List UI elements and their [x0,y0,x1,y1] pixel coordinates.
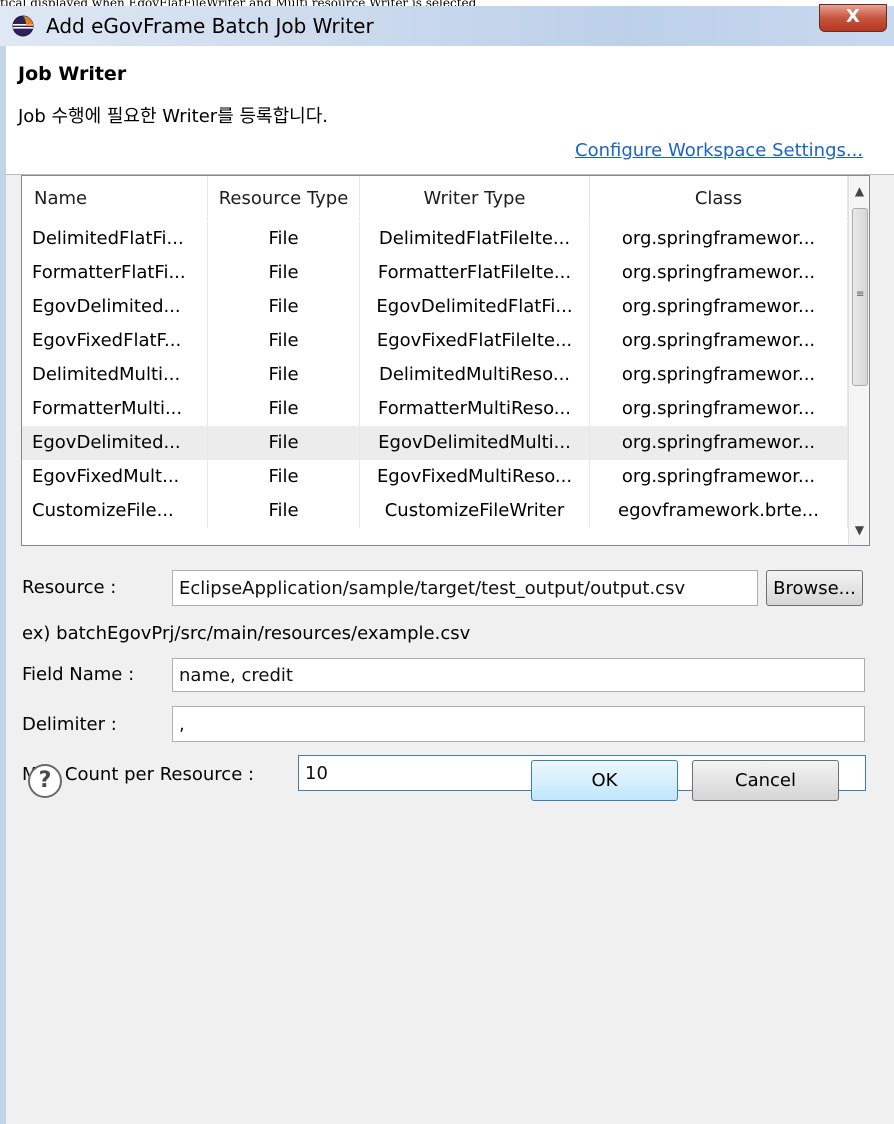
help-icon[interactable]: ? [28,764,62,798]
cancel-button[interactable]: Cancel [692,760,839,801]
cell-name: FormatterMulti... [22,392,208,426]
table-header: Name Resource Type Writer Type Class [22,176,848,221]
cell-writer-type: EgovDelimitedMulti... [360,426,590,460]
table-row[interactable]: EgovFixedMult... File EgovFixedMultiReso..… [22,460,848,494]
title-bar: Add eGovFrame Batch Job Writer X [0,4,894,46]
cell-writer-type: DelimitedMultiReso... [360,358,590,392]
field-name-input[interactable] [172,658,865,692]
table-row[interactable]: EgovFixedFlatF... File EgovFixedFlatFileIt… [22,324,848,358]
delimiter-input[interactable] [172,706,865,742]
cell-name: DelimitedFlatFi... [22,222,208,256]
scroll-up-arrow-icon[interactable]: ▲ [849,180,869,202]
cell-resource-type: File [208,222,360,256]
cell-name: FormatterFlatFi... [22,256,208,290]
cell-class: org.springframewor... [590,392,848,426]
close-button[interactable]: X [819,4,887,32]
cell-name: EgovFixedMult... [22,460,208,494]
cell-resource-type: File [208,256,360,290]
column-header-name[interactable]: Name [22,176,208,221]
dialog-header: Job Writer Job 수행에 필요한 Writer를 등록합니다. Co… [6,46,894,175]
example-hint: ex) batchEgovPrj/src/main/resources/exam… [22,623,471,644]
cell-resource-type: File [208,290,360,324]
cell-writer-type: EgovDelimitedFlatFi... [360,290,590,324]
ok-button[interactable]: OK [531,760,678,801]
table-body: DelimitedFlatFi... File DelimitedFlatFileI… [22,222,848,528]
cell-class: egovframework.brte... [590,494,848,528]
table-row[interactable]: DelimitedFlatFi... File DelimitedFlatFileI… [22,222,848,256]
cell-writer-type: EgovFixedFlatFileIte... [360,324,590,358]
table-row[interactable]: DelimitedMulti... File DelimitedMultiReso.… [22,358,848,392]
cell-name: DelimitedMulti... [22,358,208,392]
scroll-down-arrow-icon[interactable]: ▼ [849,519,869,541]
cell-resource-type: File [208,426,360,460]
window-title: Add eGovFrame Batch Job Writer [46,14,374,38]
resource-label: Resource : [22,577,117,598]
eclipse-icon [12,15,34,37]
page-description: Job 수행에 필요한 Writer를 등록합니다. [18,106,328,127]
cell-class: org.springframewor... [590,426,848,460]
resource-input[interactable] [172,570,758,606]
cell-writer-type: EgovFixedMultiReso... [360,460,590,494]
table-row[interactable]: EgovDelimited... File EgovDelimitedFlatFi.… [22,290,848,324]
table-row[interactable]: EgovDelimited... File EgovDelimitedMulti..… [22,426,848,460]
table-row[interactable]: FormatterMulti... File FormatterMultiReso.… [22,392,848,426]
cell-writer-type: CustomizeFileWriter [360,494,590,528]
cell-name: EgovDelimited... [22,426,208,460]
field-name-label: Field Name : [22,664,135,685]
dialog-content: Name Resource Type Writer Type Class Del… [6,175,894,1124]
cell-writer-type: FormatterFlatFileIte... [360,256,590,290]
cell-name: EgovFixedFlatF... [22,324,208,358]
cell-writer-type: FormatterMultiReso... [360,392,590,426]
browse-button[interactable]: Browse... [766,570,863,606]
scroll-thumb[interactable]: ≡ [852,208,868,386]
cell-resource-type: File [208,358,360,392]
cell-class: org.springframewor... [590,290,848,324]
cell-name: EgovDelimited... [22,290,208,324]
cell-class: org.springframewor... [590,358,848,392]
cell-class: org.springframewor... [590,324,848,358]
cell-class: org.springframewor... [590,256,848,290]
configure-workspace-link[interactable]: Configure Workspace Settings... [575,140,863,161]
column-header-writer-type[interactable]: Writer Type [360,176,590,221]
grip-icon: ≡ [856,289,865,300]
cell-class: org.springframewor... [590,222,848,256]
cell-resource-type: File [208,460,360,494]
cell-resource-type: File [208,494,360,528]
column-header-class[interactable]: Class [590,176,848,221]
page-title: Job Writer [18,63,127,85]
table-row[interactable]: CustomizeFile... File CustomizeFileWriter e… [22,494,848,528]
delimiter-label: Delimiter : [22,714,117,735]
column-header-resource-type[interactable]: Resource Type [208,176,360,221]
cell-resource-type: File [208,324,360,358]
cell-writer-type: DelimitedFlatFileIte... [360,222,590,256]
table-row[interactable]: FormatterFlatFi... File FormatterFlatFileI… [22,256,848,290]
cell-name: CustomizeFile... [22,494,208,528]
table-scrollbar[interactable]: ▲ ≡ ▼ [848,176,869,545]
writer-table[interactable]: Name Resource Type Writer Type Class Del… [21,175,870,546]
cell-class: org.springframewor... [590,460,848,494]
cell-resource-type: File [208,392,360,426]
